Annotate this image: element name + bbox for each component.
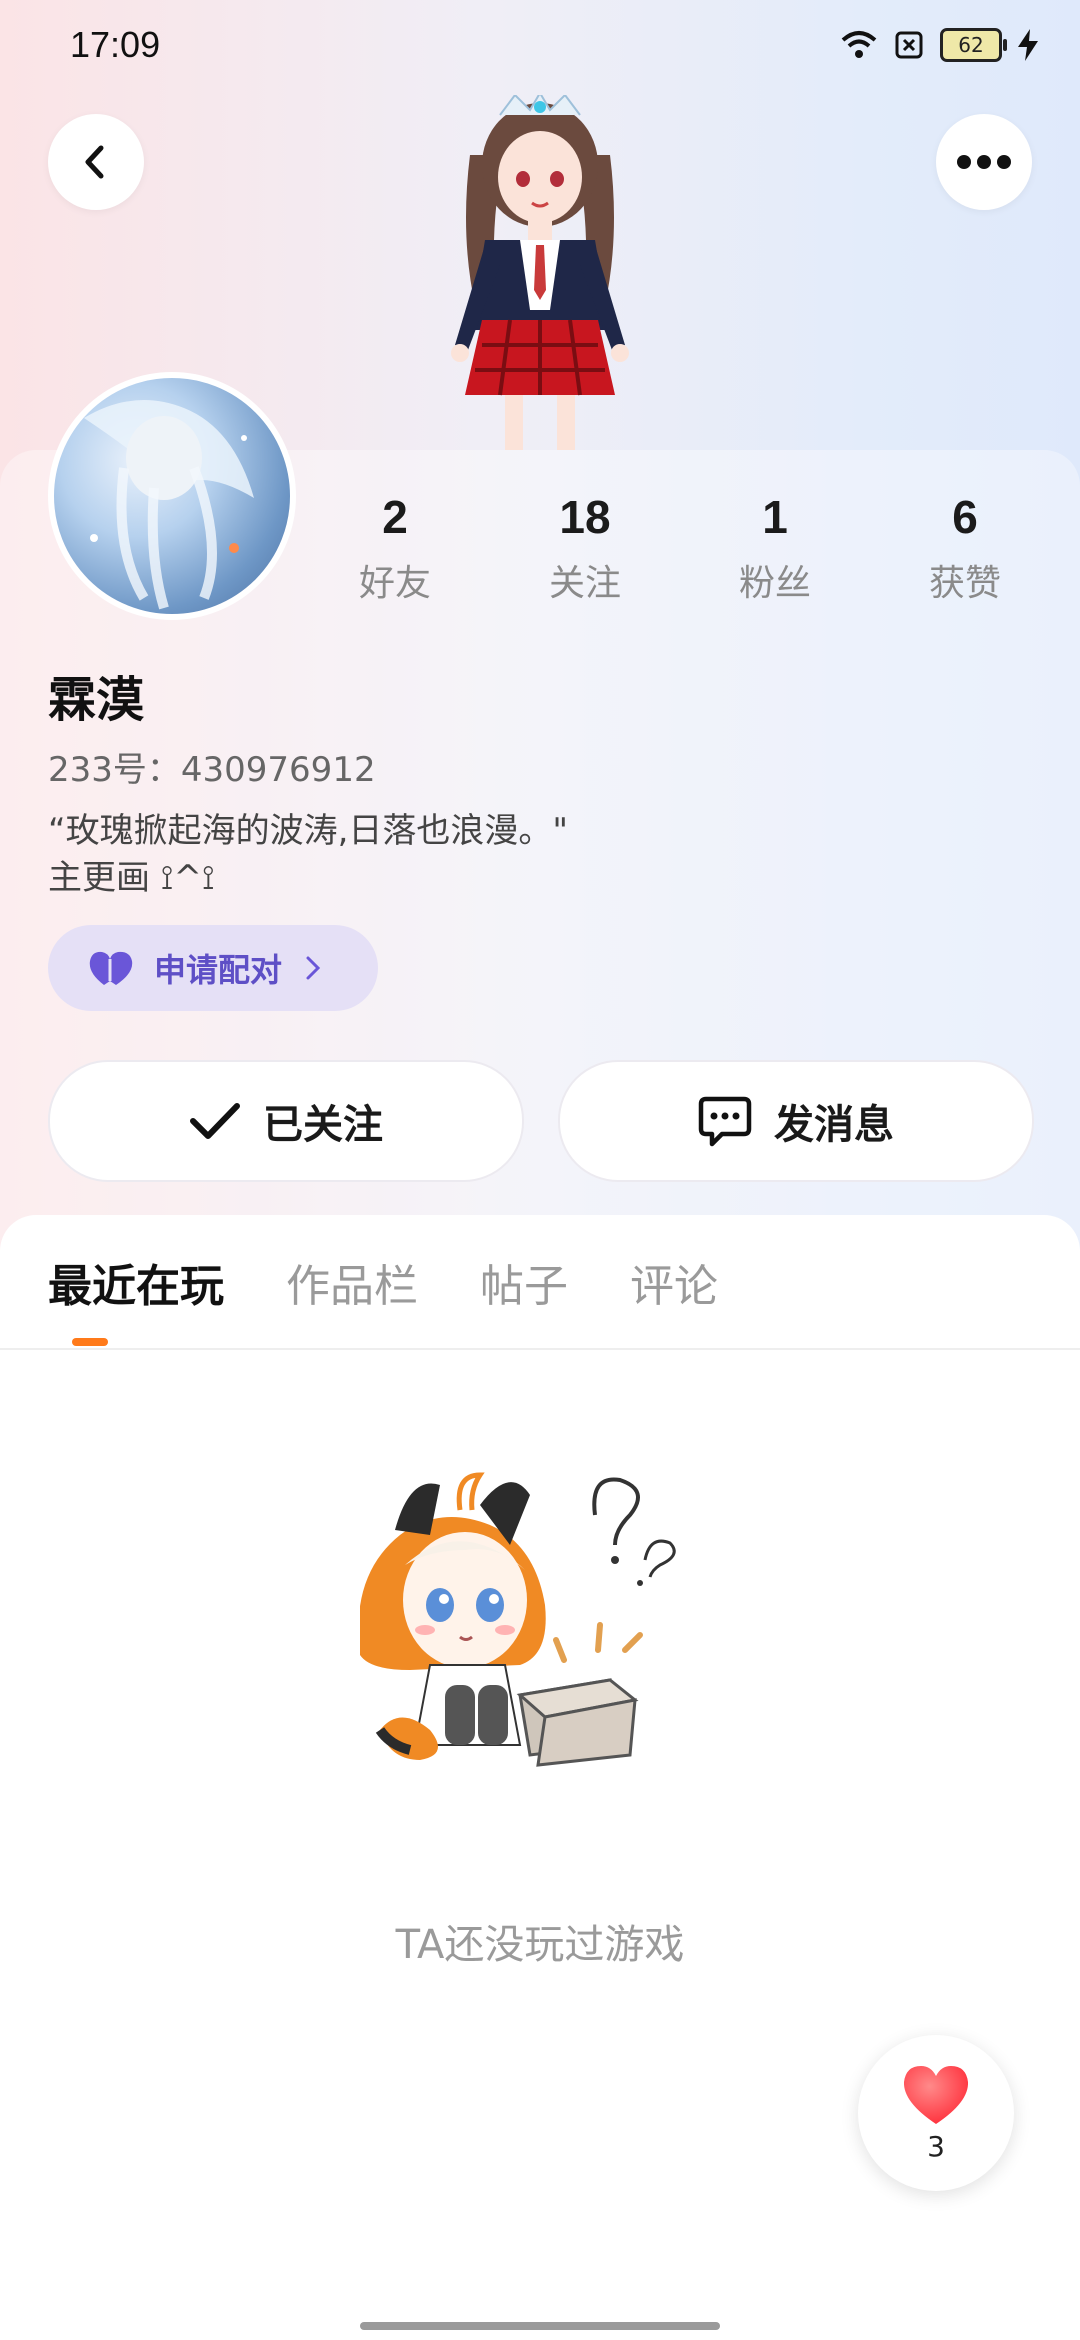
tab-comments[interactable]: 评论 — [630, 1250, 718, 1314]
apply-pair-button[interactable]: 申请配对 — [48, 925, 378, 1011]
status-time: 17:09 — [70, 24, 161, 65]
like-button[interactable]: 3 — [858, 2035, 1014, 2191]
status-bar: 17:09 62 — [0, 0, 1080, 100]
profile-stats: 2 好友 18 关注 1 粉丝 6 获赞 — [300, 490, 1060, 606]
followed-button[interactable]: 已关注 — [48, 1060, 524, 1182]
stat-label: 粉丝 — [738, 563, 811, 604]
apply-pair-label: 申请配对 — [154, 951, 283, 989]
heart-icon — [903, 2065, 969, 2124]
chat-bubble-icon — [698, 1096, 752, 1147]
stat-likes[interactable]: 6 获赞 — [870, 490, 1060, 606]
stat-friends[interactable]: 2 好友 — [300, 490, 490, 606]
back-button[interactable] — [48, 114, 144, 210]
heart-pair-icon — [89, 951, 133, 985]
tab-recently-played[interactable]: 最近在玩 — [48, 1250, 224, 1314]
no-sim-icon — [895, 31, 923, 59]
check-icon — [190, 1103, 240, 1139]
battery-icon: 62 — [940, 28, 1007, 62]
stat-following[interactable]: 18 关注 — [490, 490, 680, 606]
send-message-label: 发消息 — [774, 1102, 894, 1148]
empty-state-text: TA还没玩过游戏 — [395, 1922, 685, 1968]
user-id: 233号：430976912 — [48, 750, 376, 790]
stat-value: 18 — [559, 491, 611, 543]
stat-label: 关注 — [548, 563, 621, 604]
avatar-3d-character[interactable] — [410, 95, 670, 450]
stat-value: 6 — [952, 491, 978, 543]
empty-state-illustration — [360, 1472, 676, 1767]
stat-fans[interactable]: 1 粉丝 — [680, 490, 870, 606]
tabs-divider — [0, 1348, 1080, 1350]
stat-label: 获赞 — [928, 563, 1001, 604]
more-button[interactable] — [936, 114, 1032, 210]
profile-avatar[interactable] — [48, 372, 296, 620]
tab-works[interactable]: 作品栏 — [286, 1250, 418, 1314]
active-tab-indicator — [72, 1338, 108, 1346]
send-message-button[interactable]: 发消息 — [558, 1060, 1034, 1182]
profile-tabs: 最近在玩 作品栏 帖子 评论 — [48, 1250, 718, 1314]
stat-label: 好友 — [358, 563, 431, 604]
charging-icon — [1018, 29, 1038, 61]
home-indicator — [360, 2322, 720, 2330]
stat-value: 1 — [762, 491, 788, 543]
status-icons: 62 — [840, 28, 1038, 62]
user-bio: “玫瑰掀起海的波涛,日落也浪漫。" 主更画 ⟟^⟟ — [48, 811, 569, 898]
tab-posts[interactable]: 帖子 — [480, 1250, 568, 1314]
more-horizontal-icon — [957, 155, 1011, 169]
username: 霖漠 — [48, 672, 145, 728]
followed-label: 已关注 — [263, 1102, 383, 1148]
chevron-right-icon — [306, 956, 321, 980]
like-count: 3 — [927, 2129, 945, 2163]
wifi-icon — [841, 31, 877, 58]
chevron-left-icon — [85, 145, 104, 179]
stat-value: 2 — [382, 491, 408, 543]
